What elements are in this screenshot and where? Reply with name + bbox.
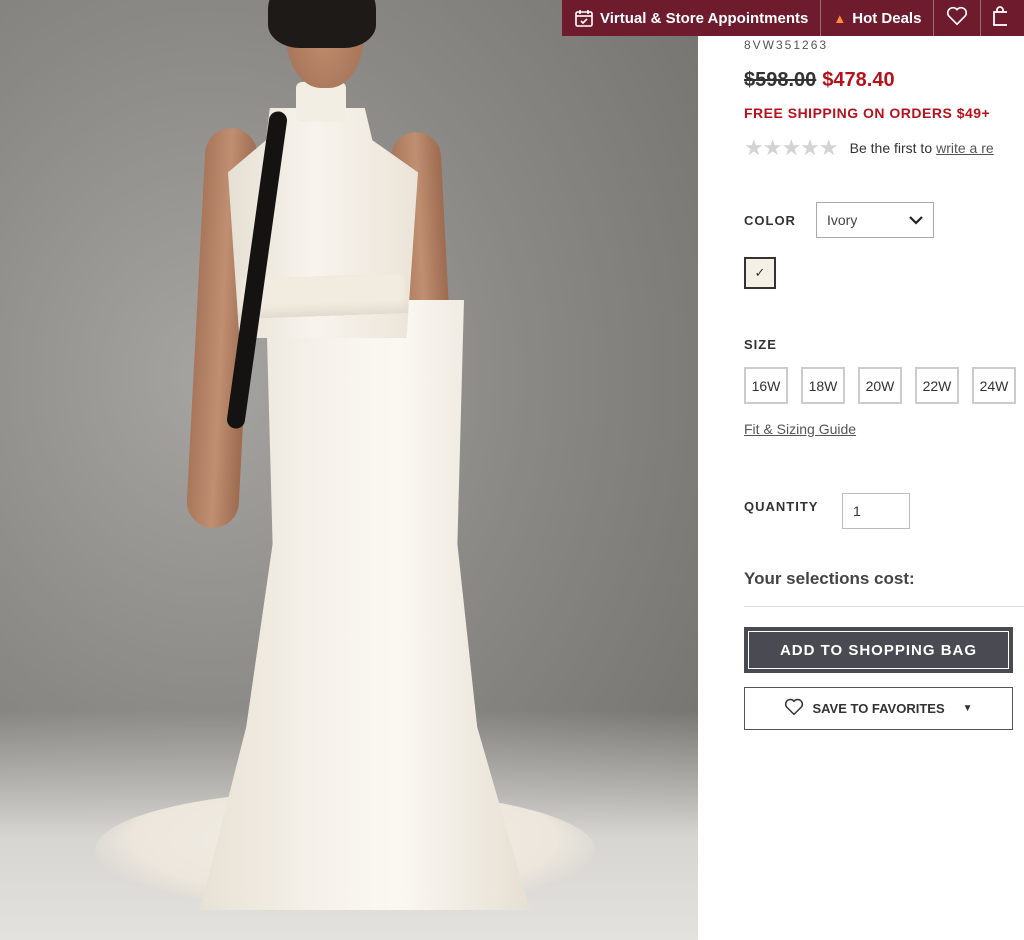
add-to-bag-label: ADD TO SHOPPING BAG (748, 631, 1009, 669)
dress-halter-neck (296, 82, 346, 122)
model-hair (268, 0, 376, 48)
size-option[interactable]: 20W (858, 367, 902, 404)
bag-icon (993, 6, 1012, 30)
caret-down-icon[interactable]: ▼ (963, 703, 973, 714)
shopping-bag-button[interactable] (981, 0, 1019, 36)
size-option[interactable]: 24W (972, 367, 1016, 404)
sale-price: $478.40 (822, 69, 895, 91)
reviews-row: ★★★★★ Be the first to write a re (744, 135, 994, 161)
save-to-favorites-button[interactable]: SAVE TO FAVORITES ▼ (744, 687, 1013, 730)
write-review-link[interactable]: write a re (936, 140, 994, 156)
utility-bar: Virtual & Store Appointments ▲ Hot Deals (562, 0, 1024, 36)
product-sku: 8VW351263 (744, 38, 829, 52)
size-option[interactable]: 22W (915, 367, 959, 404)
appointments-label: Virtual & Store Appointments (600, 9, 809, 27)
fit-sizing-guide-link[interactable]: Fit & Sizing Guide (744, 421, 856, 437)
divider (744, 606, 1024, 607)
size-label: SIZE (744, 337, 777, 352)
color-label: COLOR (744, 213, 796, 228)
add-to-bag-button[interactable]: ADD TO SHOPPING BAG (744, 627, 1013, 673)
dress-skirt (200, 300, 530, 910)
color-selected-value: Ivory (827, 212, 858, 228)
review-prompt: Be the first to (849, 140, 933, 156)
rating-stars-icon[interactable]: ★★★★★ (744, 135, 839, 161)
hot-deals-link[interactable]: ▲ Hot Deals (821, 0, 935, 36)
favorites-heart-button[interactable] (934, 0, 982, 36)
flame-icon: ▲ (833, 10, 847, 26)
size-option[interactable]: 16W (744, 367, 788, 404)
check-icon: ✓ (754, 265, 766, 280)
heart-icon (946, 6, 968, 30)
original-price: $598.00 (744, 69, 817, 91)
product-image[interactable] (0, 0, 698, 940)
hot-deals-label: Hot Deals (852, 9, 922, 27)
color-swatch-ivory[interactable]: ✓ (744, 257, 776, 289)
calendar-icon (574, 8, 594, 28)
quantity-input[interactable] (842, 493, 910, 529)
price-block: $598.00 $478.40 (744, 69, 895, 92)
size-options: 16W 18W 20W 22W 24W (744, 367, 1016, 404)
appointments-link[interactable]: Virtual & Store Appointments (562, 0, 822, 36)
color-dropdown[interactable]: Ivory (816, 202, 934, 238)
size-option[interactable]: 18W (801, 367, 845, 404)
chevron-down-icon (909, 212, 923, 228)
free-shipping-note: FREE SHIPPING ON ORDERS $49+ (744, 105, 991, 121)
quantity-label: QUANTITY (744, 499, 819, 514)
selections-cost-label: Your selections cost: (744, 569, 915, 588)
heart-outline-icon (784, 698, 804, 719)
save-to-favorites-label: SAVE TO FAVORITES (812, 701, 945, 716)
